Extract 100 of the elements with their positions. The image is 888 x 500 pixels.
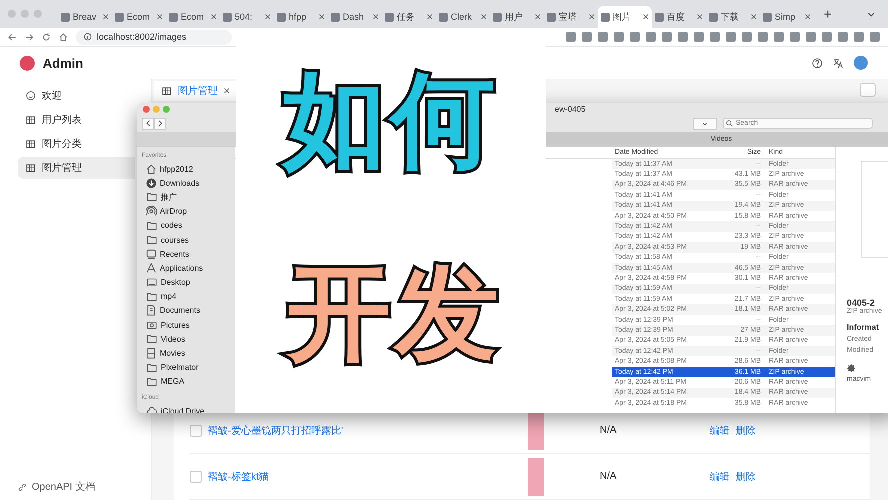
image-placeholder (528, 412, 544, 450)
camera-icon (146, 320, 158, 330)
cloud-icon (146, 406, 158, 413)
image-title-link[interactable]: 褶皱-标签kt猫 (208, 470, 528, 484)
close-icon (805, 14, 811, 20)
film-icon (146, 348, 157, 360)
browser-tab[interactable]: Ecom (166, 6, 220, 28)
avatar[interactable] (854, 56, 868, 70)
desktop-icon (146, 278, 158, 288)
menu-item[interactable]: 欢迎 (18, 85, 135, 107)
back-arrow-icon (8, 32, 17, 42)
sidebar-item[interactable]: 推广 (142, 190, 235, 205)
search-icon (726, 120, 733, 127)
more-button[interactable] (860, 83, 876, 97)
sidebar-item[interactable]: Videos (142, 332, 235, 346)
smile-icon (26, 91, 36, 101)
browser-tab[interactable]: 图片 (598, 6, 652, 28)
browser-tab[interactable]: Clerk (436, 6, 490, 28)
forward-arrow-icon (25, 32, 34, 42)
action-link[interactable]: 删除 (736, 470, 756, 484)
action-link[interactable]: 编辑 (710, 424, 730, 438)
folder-icon (146, 376, 158, 387)
browser-tab[interactable]: Simp (760, 6, 814, 28)
table-icon (26, 116, 36, 124)
window-title: ew-0405 (555, 104, 586, 114)
menu-item[interactable]: 用户列表 (18, 109, 135, 131)
close-icon (265, 14, 271, 20)
close-icon (643, 14, 649, 20)
browser-tab[interactable]: Dash (328, 6, 382, 28)
sidebar-item[interactable]: Documents (142, 304, 235, 318)
dropdown-button[interactable] (693, 118, 717, 130)
menu-item[interactable]: 图片分类 (18, 133, 135, 155)
airdrop-icon (146, 206, 157, 218)
close-icon (427, 14, 433, 20)
download-icon (146, 178, 157, 189)
table-icon (26, 164, 36, 172)
table-cell-text: N/A (600, 471, 618, 482)
recents-icon (146, 248, 157, 260)
folder-icon (146, 220, 158, 231)
info-icon (84, 33, 92, 41)
sidebar-item[interactable]: Movies (142, 346, 235, 361)
section-heading: Informat (847, 323, 880, 332)
sidebar-item[interactable]: Pictures (142, 318, 235, 332)
row-checkbox[interactable] (190, 470, 202, 482)
browser-tab[interactable]: 504: (220, 6, 274, 28)
address-field[interactable]: localhost:8002/images (76, 30, 232, 44)
image-placeholder (528, 458, 544, 496)
browser-tab[interactable]: 任务 (382, 6, 436, 28)
close-icon (481, 14, 487, 20)
home-icon (59, 32, 68, 42)
close-icon (103, 14, 109, 20)
house-icon (146, 164, 157, 175)
openapi-link[interactable]: OpenAPI 文档 (32, 480, 96, 494)
sidebar-item[interactable]: mp4 (142, 290, 235, 304)
page-tab[interactable]: 图片管理 (154, 81, 238, 101)
help-icon (812, 58, 823, 68)
sidebar-item[interactable]: hfpp2012 (142, 162, 235, 176)
app-logo (20, 56, 35, 70)
close-icon (211, 14, 217, 20)
translate-icon (833, 58, 844, 68)
browser-tab[interactable]: Breav (58, 6, 112, 28)
close-icon (589, 14, 595, 20)
table-icon (162, 86, 172, 96)
browser-tab[interactable]: Ecom (112, 6, 166, 28)
sidebar-item[interactable]: Desktop (142, 276, 235, 290)
table-icon (26, 140, 36, 148)
sidebar-item[interactable]: AirDrop (142, 204, 235, 219)
back-button[interactable] (142, 118, 154, 130)
close-icon (224, 88, 230, 94)
sidebar-item[interactable]: Applications (142, 261, 235, 276)
close-icon (157, 14, 163, 20)
browser-tab[interactable]: 用户 (490, 6, 544, 28)
action-link[interactable]: 删除 (736, 424, 756, 438)
action-link[interactable]: 编辑 (710, 470, 730, 484)
folder-icon (146, 235, 158, 246)
link-icon (18, 482, 27, 492)
sidebar-item[interactable]: Downloads (142, 176, 235, 190)
menu-item[interactable]: 图片管理 (18, 157, 135, 179)
close-icon (535, 14, 541, 20)
browser-tab[interactable]: 下载 (706, 6, 760, 28)
browser-tab[interactable]: hfpp (274, 6, 328, 28)
document-icon (146, 305, 157, 316)
headline-text: 如何 (283, 68, 499, 172)
gear-icon (847, 364, 856, 373)
folder-icon (146, 334, 158, 344)
browser-tab[interactable]: 百度 (652, 6, 706, 28)
row-checkbox[interactable] (190, 424, 202, 436)
new-tab-button[interactable]: + (820, 6, 836, 22)
app-title: Admin (43, 56, 84, 70)
sidebar-item[interactable]: Pixelmator (142, 360, 235, 375)
forward-button[interactable] (154, 118, 166, 130)
browser-tab[interactable]: 宝塔 (544, 6, 598, 28)
sidebar-item[interactable]: courses (142, 232, 235, 248)
close-icon (319, 14, 325, 20)
chevron-down-icon (702, 120, 708, 126)
sidebar-item[interactable]: Recents (142, 247, 235, 262)
close-icon (697, 14, 703, 20)
image-title-link[interactable]: 褶皱-爱心墨镜两只打招呼露比' (208, 424, 528, 438)
sidebar-item[interactable]: codes (142, 218, 235, 233)
sidebar-item[interactable]: MEGA (142, 374, 235, 389)
